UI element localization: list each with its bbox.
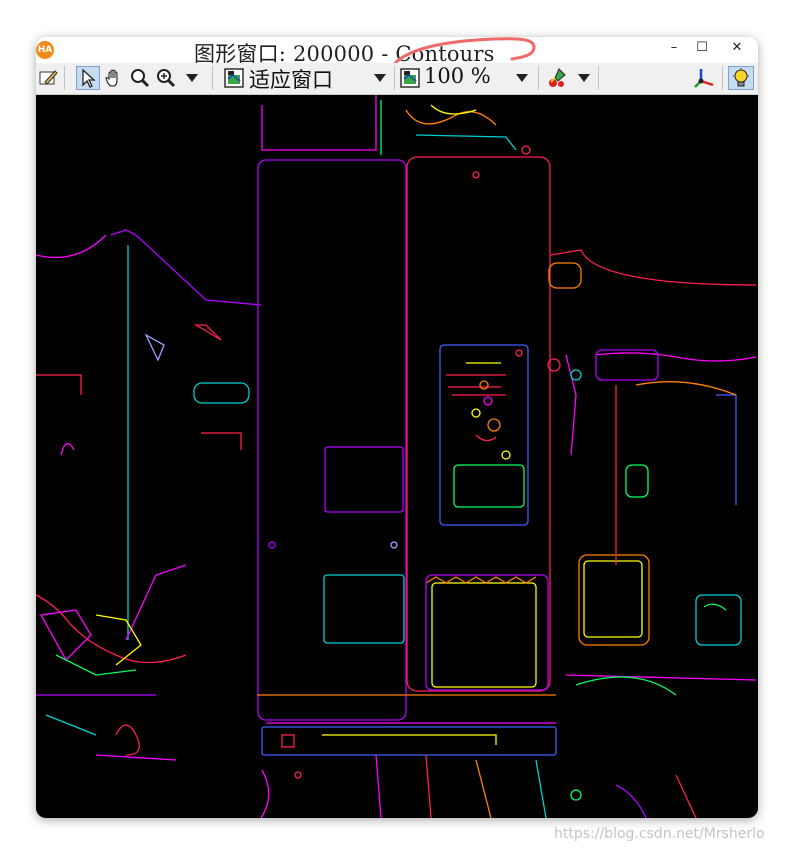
maximize-button[interactable]: ☐ bbox=[688, 37, 716, 59]
paint-dropdown-arrow[interactable] bbox=[576, 66, 592, 90]
light-bulb-icon[interactable] bbox=[728, 66, 754, 90]
app-icon: HA bbox=[36, 41, 54, 59]
toolbar: 适应窗口 100 % bbox=[36, 63, 758, 95]
image-canvas[interactable] bbox=[36, 95, 758, 818]
paint-colors-icon[interactable] bbox=[546, 66, 570, 90]
hand-pan-icon[interactable] bbox=[102, 66, 126, 90]
magnify-icon[interactable] bbox=[128, 66, 152, 90]
close-button[interactable]: ✕ bbox=[716, 37, 758, 59]
zoom-level[interactable]: 100 % bbox=[424, 64, 491, 88]
watermark-url: https://blog.csdn.net/Mrsherlo bbox=[554, 826, 765, 842]
fit-dropdown-arrow[interactable] bbox=[372, 66, 388, 90]
axis-xyz-icon[interactable] bbox=[692, 66, 716, 90]
zoom-in-icon[interactable] bbox=[154, 66, 178, 90]
edit-pen-icon[interactable] bbox=[38, 66, 60, 90]
fit-window-icon[interactable] bbox=[222, 66, 246, 90]
zoom-icon[interactable] bbox=[398, 66, 422, 90]
fit-window-label[interactable]: 适应窗口 bbox=[249, 64, 333, 94]
pointer-icon[interactable] bbox=[76, 66, 100, 90]
zoom-dropdown-arrow[interactable] bbox=[184, 66, 200, 90]
zoom-level-dropdown-arrow[interactable] bbox=[514, 66, 530, 90]
minimize-button[interactable]: – bbox=[660, 37, 688, 59]
title-bar[interactable]: HA 图形窗口: 200000 - Contours – ☐ ✕ bbox=[36, 37, 758, 69]
contour-lines bbox=[36, 95, 757, 818]
graphics-window: HA 图形窗口: 200000 - Contours – ☐ ✕ 适应窗口 10… bbox=[36, 37, 758, 818]
